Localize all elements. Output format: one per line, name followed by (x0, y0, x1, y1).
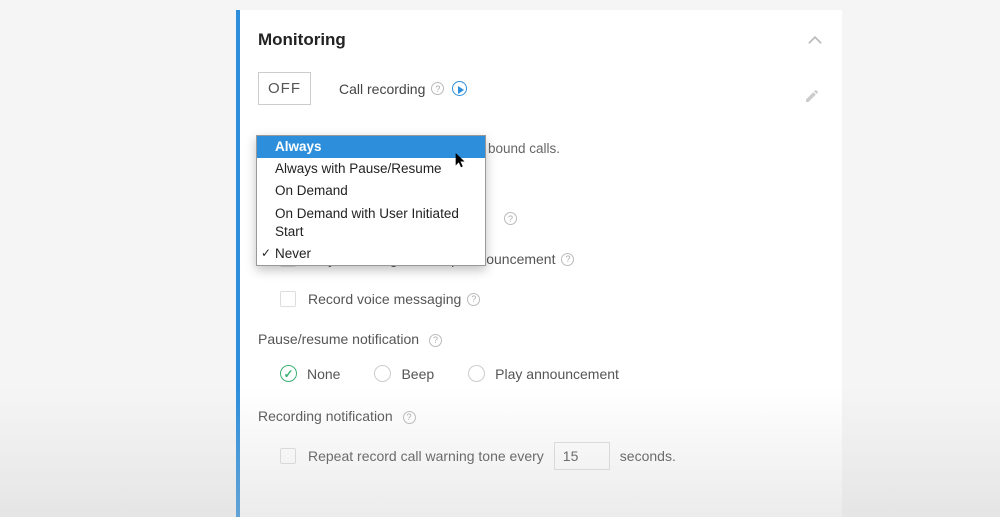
recording-notification-title: Recording notification ? (258, 408, 822, 424)
recording-notification-section: Recording notification ? Repeat record c… (258, 408, 822, 470)
repeat-interval-input[interactable] (554, 442, 610, 470)
section-header: Monitoring (258, 30, 822, 50)
dropdown-option-on-demand-user[interactable]: On Demand with User Initiated Start (257, 203, 485, 243)
play-icon[interactable] (452, 81, 467, 96)
dropdown-option-never[interactable]: Never (257, 243, 485, 265)
help-icon[interactable]: ? (561, 253, 574, 266)
radio-circle (374, 365, 391, 382)
mouse-cursor-icon (455, 153, 467, 169)
collapse-icon[interactable] (808, 32, 822, 48)
repeat-prefix: Repeat record call warning tone every (308, 448, 544, 464)
voice-messaging-checkbox[interactable] (280, 291, 296, 307)
hint-text-fragment: bound calls. (488, 141, 560, 156)
help-icon[interactable]: ? (429, 334, 442, 347)
pause-resume-section: Pause/resume notification ? None Beep Pl… (258, 331, 822, 382)
call-recording-row: OFF Call recording ? (258, 72, 822, 105)
pause-resume-options: None Beep Play announcement (280, 365, 822, 382)
call-recording-label: Call recording (339, 81, 425, 97)
help-icon[interactable]: ? (431, 82, 444, 95)
radio-none[interactable]: None (280, 365, 340, 382)
call-recording-toggle[interactable]: OFF (258, 72, 311, 105)
repeat-suffix: seconds. (620, 448, 676, 464)
pause-resume-title: Pause/resume notification ? (258, 331, 822, 347)
help-icon[interactable]: ? (467, 293, 480, 306)
monitoring-panel: Monitoring OFF Call recording ? bound ca… (236, 10, 842, 517)
radio-circle (280, 365, 297, 382)
dropdown-option-always[interactable]: Always (257, 136, 485, 158)
help-icon[interactable]: ? (403, 411, 416, 424)
radio-play-announcement[interactable]: Play announcement (468, 365, 619, 382)
repeat-tone-checkbox[interactable] (280, 448, 296, 464)
dropdown-option-always-pause[interactable]: Always with Pause/Resume (257, 158, 485, 180)
help-icon[interactable]: ? (504, 212, 517, 225)
radio-beep[interactable]: Beep (374, 365, 434, 382)
dropdown-option-on-demand[interactable]: On Demand (257, 180, 485, 202)
voice-messaging-checkbox-row: Record voice messaging ? (280, 291, 822, 307)
repeat-tone-row: Repeat record call warning tone every se… (280, 442, 822, 470)
voice-messaging-label: Record voice messaging (308, 291, 461, 307)
radio-circle (468, 365, 485, 382)
section-title: Monitoring (258, 30, 346, 50)
edit-icon[interactable] (804, 88, 820, 104)
record-mode-dropdown[interactable]: Always Always with Pause/Resume On Deman… (256, 135, 486, 266)
